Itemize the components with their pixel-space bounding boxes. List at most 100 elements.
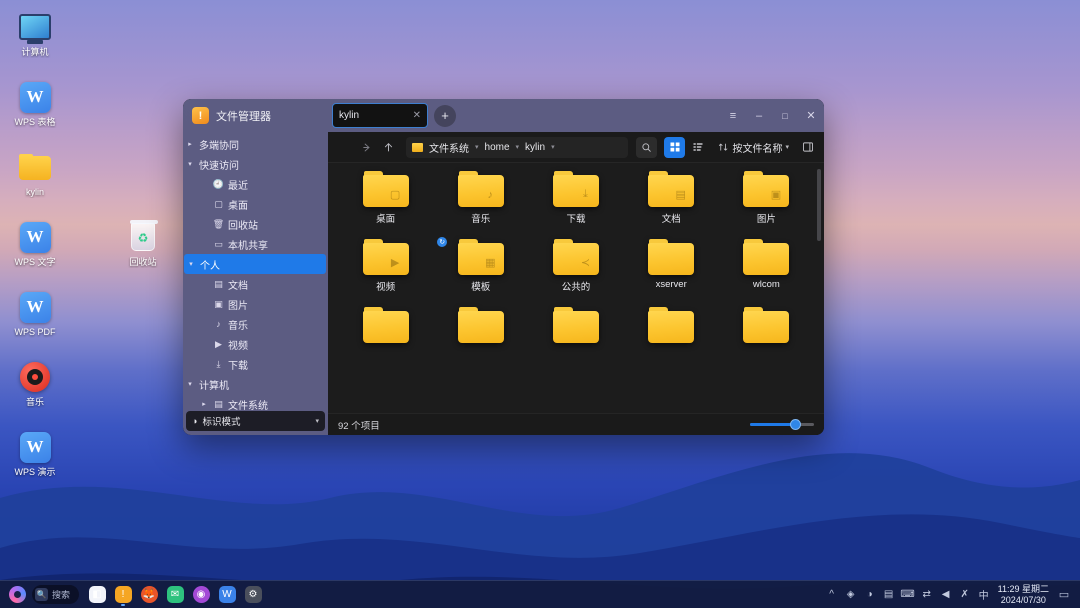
sidebar-item-label: 最近 [226, 177, 248, 192]
close-icon[interactable]: ✕ [413, 110, 421, 121]
desktop-icon-music[interactable]: 音乐 [4, 360, 66, 408]
desktop-icon-recycle-bin[interactable]: ♻ 回收站 [112, 220, 174, 268]
wps-icon[interactable]: W [215, 583, 239, 607]
start-menu-icon[interactable] [4, 583, 30, 607]
input-method-icon[interactable]: 中 [975, 584, 993, 606]
firefox-icon-glyph: 🦊 [141, 586, 158, 603]
file-manager-window[interactable]: ! 文件管理器 ▸多端协同▾快速访问🕘最近▢桌面🗑回收站▭本机共享▾个人▤文档▣… [183, 99, 824, 435]
sidebar-item-9[interactable]: ♪音乐 [183, 314, 328, 334]
sidebar-item-10[interactable]: ▶视频 [183, 334, 328, 354]
file-item[interactable]: xserver [624, 239, 719, 293]
back-button[interactable]: arrow-left-icon [334, 137, 354, 157]
breadcrumb-item-0[interactable]: 文件系统 [429, 140, 469, 155]
minimize-button[interactable]: – [746, 104, 772, 128]
sidebar-item-11[interactable]: ⤓下载 [183, 354, 328, 374]
grid-view-icon[interactable] [664, 137, 685, 158]
list-view-icon[interactable] [687, 137, 708, 158]
file-item[interactable] [433, 307, 528, 347]
show-desktop-icon[interactable]: ▭ [1056, 584, 1072, 606]
file-item[interactable] [624, 307, 719, 347]
file-grid-area[interactable]: ▢桌面♪音乐⤓下载▤文档▣图片 ▶视频▦↻模板≺公共的xserverwlcom [328, 163, 824, 413]
desktop-icon-wps-spreadsheet[interactable]: W WPS 表格 [4, 80, 66, 128]
mail-icon[interactable]: ✉ [163, 583, 187, 607]
forward-button[interactable] [356, 137, 376, 157]
sidebar-tag-mode[interactable]: ◑ 标识模式 ▾ [186, 411, 325, 431]
file-item[interactable] [719, 307, 814, 347]
side-panel-icon[interactable] [797, 137, 818, 158]
shield-icon[interactable]: ◈ [842, 584, 860, 606]
task-view-icon[interactable]: ◧ [85, 583, 109, 607]
file-grid[interactable]: ▢桌面♪音乐⤓下载▤文档▣图片 ▶视频▦↻模板≺公共的xserverwlcom [338, 171, 814, 347]
file-item[interactable] [528, 307, 623, 347]
tab-strip[interactable]: kylin ✕ + [332, 103, 456, 128]
up-button[interactable] [378, 137, 398, 157]
file-item[interactable]: ▤文档 [624, 171, 719, 225]
desktop-icon-wps-pdf[interactable]: W WPS PDF [4, 290, 66, 338]
breadcrumb[interactable]: 文件系统 ▾ home ▾ kylin ▾ [406, 137, 628, 158]
camera-icon[interactable]: ◉ [189, 583, 213, 607]
file-item[interactable]: wlcom [719, 239, 814, 293]
breadcrumb-item-2[interactable]: kylin [525, 142, 545, 153]
settings-icon[interactable]: ⚙ [241, 583, 265, 607]
taskbar-apps[interactable]: ◧! 🦊 ✉◉W⚙ [84, 583, 266, 607]
file-item[interactable]: ▢桌面 [338, 171, 433, 225]
title-bar[interactable]: kylin ✕ + ≡ – □ ✕ [328, 99, 824, 132]
taskbar[interactable]: 🔍 搜索 ◧! 🦊 ✉◉W⚙ ^◈◑▤⌨⇄◀✗中 11:29 星期二 2024/07… [0, 580, 1080, 608]
firefox-icon[interactable]: 🦊 [137, 583, 161, 607]
file-item[interactable]: ≺公共的 [528, 239, 623, 293]
sidebar-item-0[interactable]: ▸多端协同 [183, 134, 328, 154]
sidebar-item-label: 下载 [226, 357, 248, 372]
sidebar-item-12[interactable]: ▾计算机 [183, 374, 328, 394]
bluetooth-off-icon[interactable]: ✗ [956, 584, 974, 606]
file-name-label: 图片 [757, 211, 776, 225]
clock[interactable]: 11:29 星期二 2024/07/30 [998, 584, 1049, 606]
desktop-icon-wps-presentation[interactable]: W WPS 演示 [4, 430, 66, 478]
volume-icon[interactable]: ◀ [937, 584, 955, 606]
keyboard-icon[interactable]: ⌨ [899, 584, 917, 606]
network-icon[interactable]: ⇄ [918, 584, 936, 606]
desktop-icon-wps-writer[interactable]: W WPS 文字 [4, 220, 66, 268]
sidebar-item-4[interactable]: 🗑回收站 [183, 214, 328, 234]
file-item[interactable]: ♪音乐 [433, 171, 528, 225]
sidebar-item-8[interactable]: ▣图片 [183, 294, 328, 314]
desktop-icon-label: WPS 演示 [4, 467, 66, 478]
desktop-icon-computer[interactable]: 计算机 [4, 10, 66, 58]
sort-control[interactable]: 按文件名称 ▾ [718, 140, 789, 155]
tab-kylin[interactable]: kylin ✕ [332, 103, 428, 128]
search-icon[interactable] [636, 137, 657, 158]
toolbar[interactable]: arrow-left-icon 文件系统 ▾ home ▾ kylin ▾ [328, 132, 824, 163]
sidebar-item-3[interactable]: ▢桌面 [183, 194, 328, 214]
breadcrumb-item-1[interactable]: home [485, 142, 510, 153]
search-input[interactable]: 🔍 搜索 [32, 585, 79, 604]
sidebar-item-label: 个人 [198, 257, 220, 272]
sidebar-item-2[interactable]: 🕘最近 [183, 174, 328, 194]
maximize-button[interactable]: □ [772, 104, 798, 128]
file-item[interactable]: ▶视频 [338, 239, 433, 293]
sidebar-list[interactable]: ▸多端协同▾快速访问🕘最近▢桌面🗑回收站▭本机共享▾个人▤文档▣图片♪音乐▶视频… [183, 132, 328, 411]
window-controls[interactable]: ≡ – □ ✕ [720, 104, 824, 128]
desktop[interactable]: 计算机 W WPS 表格 kylin W WPS 文字 W WPS PDF 音乐… [0, 0, 1080, 608]
download-emblem: ⤓ [579, 188, 592, 201]
system-tray[interactable]: ^◈◑▤⌨⇄◀✗中 11:29 星期二 2024/07/30 ▭ [823, 584, 1076, 606]
close-button[interactable]: ✕ [798, 104, 824, 128]
sidebar-item-5[interactable]: ▭本机共享 [183, 234, 328, 254]
display-icon[interactable]: ▤ [880, 584, 898, 606]
slider-knob[interactable] [790, 419, 801, 430]
sidebar-item-6[interactable]: ▾个人 [184, 254, 326, 274]
zoom-slider[interactable] [750, 419, 814, 431]
sidebar-item-13[interactable]: ▸▤文件系统 [183, 394, 328, 411]
file-manager-icon[interactable]: ! [111, 583, 135, 607]
file-item[interactable]: ⤓下载 [528, 171, 623, 225]
file-item[interactable]: ▣图片 [719, 171, 814, 225]
file-item[interactable] [338, 307, 433, 347]
sidebar-item-7[interactable]: ▤文档 [183, 274, 328, 294]
sidebar-item-1[interactable]: ▾快速访问 [183, 154, 328, 174]
new-tab-button[interactable]: + [434, 105, 456, 127]
tray-expand-icon[interactable]: ^ [823, 584, 841, 606]
vertical-scrollbar[interactable] [817, 169, 821, 241]
file-item[interactable]: ▦↻模板 [433, 239, 528, 293]
menu-button[interactable]: ≡ [720, 104, 746, 128]
desktop-icon-kylin-folder[interactable]: kylin [4, 150, 66, 198]
update-icon[interactable]: ◑ [861, 584, 879, 606]
video-emblem: ▶ [389, 256, 402, 269]
